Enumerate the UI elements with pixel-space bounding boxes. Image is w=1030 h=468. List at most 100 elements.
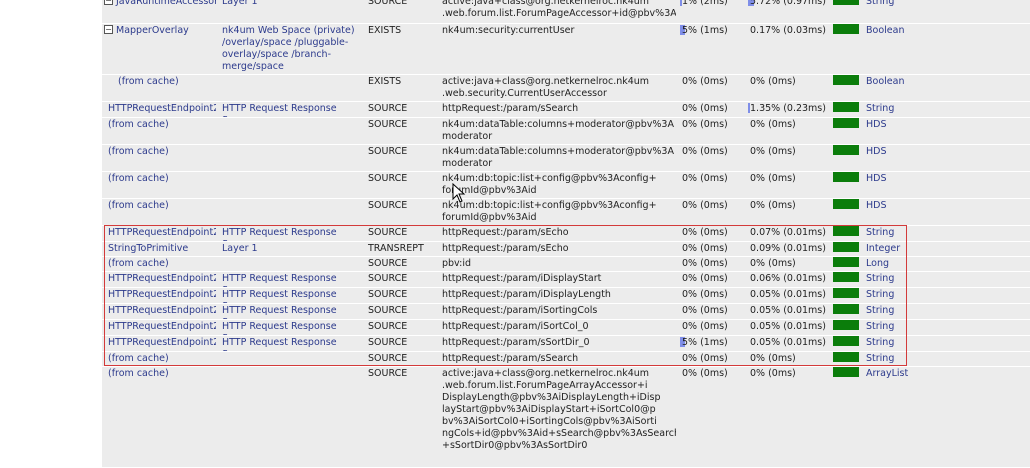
table-row[interactable]: (from cache) SOURCE active:java+class@org.… — [0, 367, 1030, 468]
endpoint-cell[interactable]: (from cache) — [104, 145, 216, 171]
table-row[interactable]: HTTPRequestEndpoint2 HTTP Request Respons… — [0, 102, 1030, 118]
endpoint-cell[interactable]: (from cache) — [104, 367, 216, 467]
endpoint-name[interactable]: (from cache) — [108, 173, 169, 185]
collapse-toggle-icon[interactable]: − — [104, 0, 113, 5]
identifier-cell: active:java+class@org.netkernelroc.nk4um… — [438, 367, 676, 467]
table-row[interactable]: HTTPRequestEndpoint2 HTTP Request Respons… — [0, 336, 1030, 352]
endpoint-cell[interactable]: (from cache) — [104, 172, 216, 198]
endpoint-cell[interactable]: − MapperOverlay — [104, 24, 216, 74]
endpoint-name[interactable]: (from cache) — [108, 368, 169, 380]
verb-text: SOURCE — [368, 368, 408, 379]
table-row[interactable]: − JavaRuntimeAccessor Layer 1 SOURCE active:… — [0, 0, 1030, 24]
table-row[interactable]: HTTPRequestEndpoint2 HTTP Request Respons… — [0, 226, 1030, 242]
endpoint-name[interactable]: (from cache) — [108, 258, 169, 270]
table-row[interactable]: HTTPRequestEndpoint2 HTTP Request Respons… — [0, 272, 1030, 288]
endpoint-name[interactable]: HTTPRequestEndpoint2 — [108, 273, 216, 285]
verb-text: EXISTS — [368, 25, 402, 36]
space-cell — [218, 172, 362, 198]
total-time-cell: 0.07% (0.01ms) — [746, 226, 830, 241]
endpoint-name[interactable]: HTTPRequestEndpoint2 — [108, 227, 216, 239]
endpoint-cell[interactable]: (from cache) — [104, 75, 216, 101]
total-time-text: 1.35% (0.23ms) — [750, 103, 826, 114]
endpoint-name[interactable]: HTTPRequestEndpoint2 — [108, 337, 216, 349]
table-row[interactable]: HTTPRequestEndpoint2 HTTP Request Respons… — [0, 320, 1030, 336]
total-time-text: 0% (0ms) — [750, 258, 796, 269]
endpoint-cell[interactable]: HTTPRequestEndpoint2 — [104, 304, 216, 319]
table-row[interactable]: HTTPRequestEndpoint2 HTTP Request Respons… — [0, 288, 1030, 304]
total-time-text: 0% (0ms) — [750, 146, 796, 157]
self-time-text: 0% (0ms) — [682, 119, 728, 130]
representation-type: Integer — [866, 243, 901, 254]
endpoint-cell[interactable]: HTTPRequestEndpoint2 — [104, 102, 216, 117]
endpoint-cell[interactable]: HTTPRequestEndpoint2 — [104, 226, 216, 241]
collapse-toggle-icon[interactable]: − — [104, 25, 113, 34]
space-cell: HTTP Request Response Space — [218, 226, 362, 241]
type-bar — [833, 0, 859, 5]
table-row[interactable]: − MapperOverlay nk4um Web Space (private) … — [0, 24, 1030, 75]
endpoint-cell[interactable]: (from cache) — [104, 352, 216, 366]
self-time-cell: 0% (0ms) — [678, 75, 744, 101]
endpoint-name[interactable]: HTTPRequestEndpoint2 — [108, 103, 216, 115]
identifier-text: pbv:id — [442, 258, 472, 269]
identifier-cell: nk4um:dataTable:columns+moderator@pbv%3A… — [438, 118, 676, 144]
endpoint-name[interactable]: (from cache) — [108, 119, 169, 131]
endpoint-cell[interactable]: − JavaRuntimeAccessor — [104, 0, 216, 23]
endpoint-name[interactable]: StringToPrimitive — [108, 243, 188, 255]
table-row[interactable]: HTTPRequestEndpoint2 HTTP Request Respons… — [0, 304, 1030, 320]
table-row[interactable]: (from cache) EXISTS active:java+class@org.… — [0, 75, 1030, 102]
endpoint-cell[interactable]: HTTPRequestEndpoint2 — [104, 320, 216, 335]
self-time-cell: 0% (0ms) — [678, 226, 744, 241]
identifier-cell: httpRequest:/param/sSearch — [438, 352, 676, 366]
type-cell: Boolean — [862, 24, 1030, 74]
endpoint-name[interactable]: MapperOverlay — [116, 25, 189, 37]
table-row[interactable]: (from cache) SOURCE httpRequest:/param/sSe… — [0, 352, 1030, 367]
type-bar — [833, 118, 859, 128]
verb-text: SOURCE — [368, 353, 408, 364]
verb-cell: SOURCE — [364, 367, 436, 467]
endpoint-cell[interactable]: (from cache) — [104, 199, 216, 225]
total-time-text: 0.05% (0.01ms) — [750, 289, 826, 300]
table-row[interactable]: (from cache) SOURCE nk4um:dataTable:column… — [0, 118, 1030, 145]
type-bar-cell — [832, 75, 860, 101]
space-cell — [218, 75, 362, 101]
total-time-cell: 0.05% (0.01ms) — [746, 320, 830, 335]
type-bar-cell — [832, 367, 860, 467]
self-time-text: 0% (0ms) — [682, 76, 728, 87]
total-time-cell: 5.72% (0.97ms) — [746, 0, 830, 23]
endpoint-cell[interactable]: HTTPRequestEndpoint2 — [104, 288, 216, 303]
endpoint-name[interactable]: HTTPRequestEndpoint2 — [108, 289, 216, 301]
endpoint-cell[interactable]: StringToPrimitive — [104, 242, 216, 256]
self-time-cell: 1% (2ms) — [678, 0, 744, 23]
table-row[interactable]: (from cache) SOURCE nk4um:db:topic:list+co… — [0, 172, 1030, 199]
identifier-cell: httpRequest:/param/iSortCol_0 — [438, 320, 676, 335]
table-row[interactable]: (from cache) SOURCE pbv:id 0% (0ms) 0% (0ms)… — [0, 257, 1030, 272]
endpoint-name[interactable]: HTTPRequestEndpoint2 — [108, 321, 216, 333]
table-row[interactable]: (from cache) SOURCE nk4um:dataTable:column… — [0, 145, 1030, 172]
row-gutter — [0, 75, 102, 101]
total-time-text: 0.05% (0.01ms) — [750, 321, 826, 332]
endpoint-cell[interactable]: HTTPRequestEndpoint2 — [104, 336, 216, 351]
row-gutter — [0, 0, 102, 23]
endpoint-name[interactable]: (from cache) — [118, 76, 179, 88]
table-row[interactable]: StringToPrimitive Layer 1 TRANSREPT httpReq… — [0, 242, 1030, 257]
total-time-cell: 0% (0ms) — [746, 199, 830, 225]
endpoint-name[interactable]: (from cache) — [108, 353, 169, 365]
endpoint-cell[interactable]: (from cache) — [104, 118, 216, 144]
space-cell — [218, 199, 362, 225]
endpoint-name[interactable]: HTTPRequestEndpoint2 — [108, 305, 216, 317]
endpoint-name[interactable]: JavaRuntimeAccessor — [116, 0, 216, 8]
table-row[interactable]: (from cache) SOURCE nk4um:db:topic:list+co… — [0, 199, 1030, 226]
endpoint-name[interactable]: (from cache) — [108, 146, 169, 158]
space-cell — [218, 367, 362, 467]
type-bar — [833, 102, 859, 112]
endpoint-name[interactable]: (from cache) — [108, 200, 169, 212]
type-cell: String — [862, 272, 1030, 287]
row-gutter — [0, 102, 102, 117]
total-time-text: 0.05% (0.01ms) — [750, 305, 826, 316]
endpoint-cell[interactable]: HTTPRequestEndpoint2 — [104, 272, 216, 287]
endpoint-cell[interactable]: (from cache) — [104, 257, 216, 271]
row-gutter — [0, 352, 102, 366]
verb-text: SOURCE — [368, 119, 408, 130]
row-gutter — [0, 145, 102, 171]
type-bar-cell — [832, 304, 860, 319]
